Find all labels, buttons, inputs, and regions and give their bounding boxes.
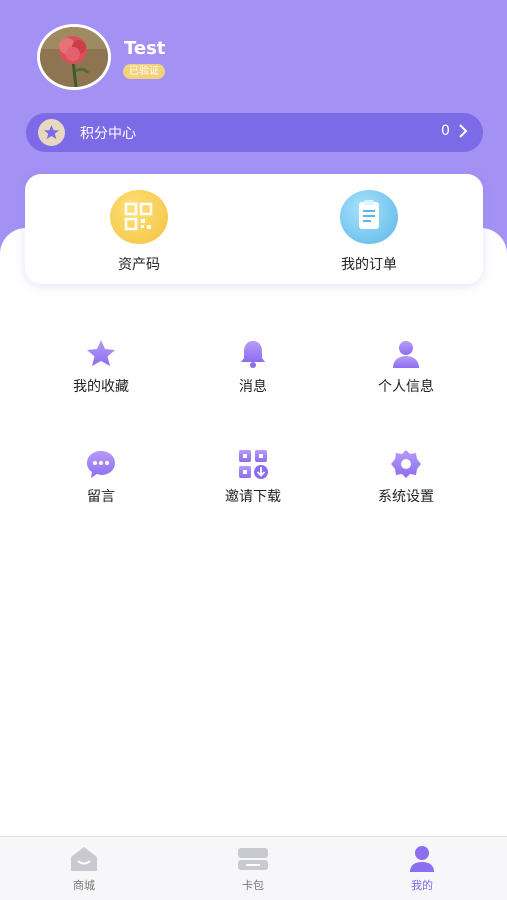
qr-code-icon xyxy=(110,190,168,244)
person-icon xyxy=(390,338,422,370)
asset-code-button[interactable]: 资产码 xyxy=(79,190,199,276)
points-center-bar[interactable]: 积分中心 0 xyxy=(26,113,483,152)
quick-actions-card: 资产码 我的订单 xyxy=(25,174,483,284)
menu-label: 我的收藏 xyxy=(73,379,129,395)
menu-label: 系统设置 xyxy=(378,489,434,505)
menu-item-personal-info[interactable]: 个人信息 xyxy=(351,338,461,408)
download-qr-icon xyxy=(237,448,269,480)
gear-icon xyxy=(390,448,422,480)
star-icon xyxy=(85,338,117,370)
points-label: 积分中心 xyxy=(80,126,136,142)
order-list-icon xyxy=(340,190,398,244)
content-background xyxy=(0,228,507,836)
menu-label: 留言 xyxy=(87,489,115,505)
tab-label: 卡包 xyxy=(242,879,264,892)
menu-item-favorites[interactable]: 我的收藏 xyxy=(46,338,156,408)
my-orders-button[interactable]: 我的订单 xyxy=(309,190,429,276)
points-value: 0 xyxy=(441,123,450,139)
verified-badge: 已验证 xyxy=(123,64,165,79)
rose-photo xyxy=(40,27,108,87)
tab-label: 我的 xyxy=(411,879,433,892)
menu-item-messages[interactable]: 消息 xyxy=(198,338,308,408)
star-icon xyxy=(38,119,65,146)
menu-label: 消息 xyxy=(239,379,267,395)
menu-item-invite-download[interactable]: 邀请下载 xyxy=(198,448,308,518)
menu-label: 个人信息 xyxy=(378,379,434,395)
menu-label: 邀请下载 xyxy=(225,489,281,505)
chat-bubble-icon xyxy=(85,448,117,480)
avatar[interactable] xyxy=(37,24,111,90)
chevron-right-icon xyxy=(457,120,469,147)
tab-shop[interactable]: 商城 xyxy=(54,845,114,897)
menu-item-leave-message[interactable]: 留言 xyxy=(46,448,156,518)
shop-icon xyxy=(68,845,100,873)
card-icon xyxy=(237,845,269,873)
username: Test xyxy=(124,38,166,59)
bottom-tab-bar: 商城 卡包 我的 xyxy=(0,836,507,900)
menu-item-system-settings[interactable]: 系统设置 xyxy=(351,448,461,518)
tab-label: 商城 xyxy=(73,879,95,892)
bell-icon xyxy=(237,338,269,370)
asset-code-label: 资产码 xyxy=(118,257,160,273)
tab-mine[interactable]: 我的 xyxy=(392,845,452,897)
tab-card-wallet[interactable]: 卡包 xyxy=(223,845,283,897)
person-icon xyxy=(406,845,438,873)
my-orders-label: 我的订单 xyxy=(341,257,397,273)
